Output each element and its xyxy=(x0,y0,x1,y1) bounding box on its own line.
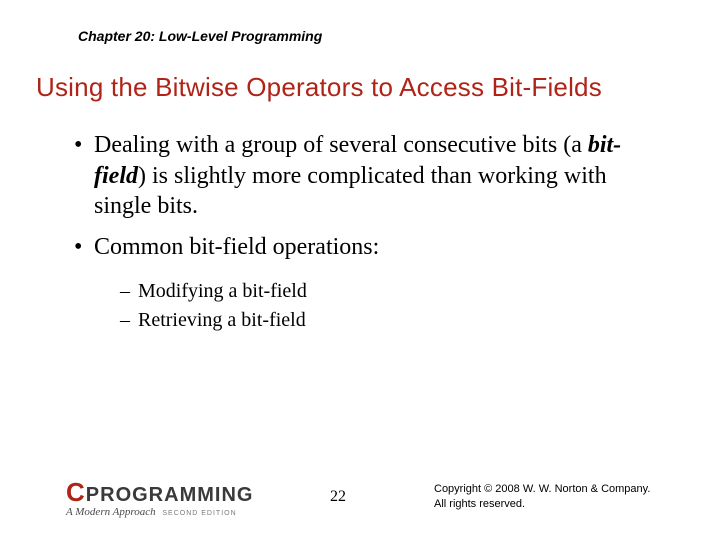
sub-bullet-item: Retrieving a bit-field xyxy=(120,308,664,334)
bullet-text-pre: Dealing with a group of several consecut… xyxy=(94,132,588,158)
sub-bullet-text: Retrieving a bit-field xyxy=(138,309,306,331)
bullet-item: Dealing with a group of several consecut… xyxy=(74,130,664,222)
copyright-line1: Copyright © 2008 W. W. Norton & Company. xyxy=(434,482,650,497)
copyright-line2: All rights reserved. xyxy=(434,497,650,512)
logo-top-row: CPROGRAMMING xyxy=(66,477,256,508)
logo-edition: SECOND EDITION xyxy=(162,510,236,517)
logo-subtitle: A Modern Approach SECOND EDITION xyxy=(66,506,256,518)
bullet-item: Common bit-field operations: xyxy=(74,232,664,263)
sub-bullet-text: Modifying a bit-field xyxy=(138,280,307,302)
chapter-heading: Chapter 20: Low-Level Programming xyxy=(78,28,322,44)
logo-subtitle-text: A Modern Approach xyxy=(66,506,156,518)
slide-title: Using the Bitwise Operators to Access Bi… xyxy=(36,72,602,103)
bullet-text-pre: Common bit-field operations: xyxy=(94,234,379,260)
logo-word-programming: PROGRAMMING xyxy=(86,484,254,507)
sub-bullet-item: Modifying a bit-field xyxy=(120,279,664,305)
footer: CPROGRAMMING A Modern Approach SECOND ED… xyxy=(0,474,720,520)
bullet-text-post: ) is slightly more complicated than work… xyxy=(94,163,607,220)
logo-letter-c: C xyxy=(66,477,84,508)
copyright-notice: Copyright © 2008 W. W. Norton & Company.… xyxy=(434,482,650,512)
slide: Chapter 20: Low-Level Programming Using … xyxy=(0,0,720,540)
book-logo: CPROGRAMMING A Modern Approach SECOND ED… xyxy=(66,477,256,518)
body-text: Dealing with a group of several consecut… xyxy=(74,130,664,338)
sub-bullet-list: Modifying a bit-field Retrieving a bit-f… xyxy=(120,279,664,334)
page-number: 22 xyxy=(330,488,346,506)
